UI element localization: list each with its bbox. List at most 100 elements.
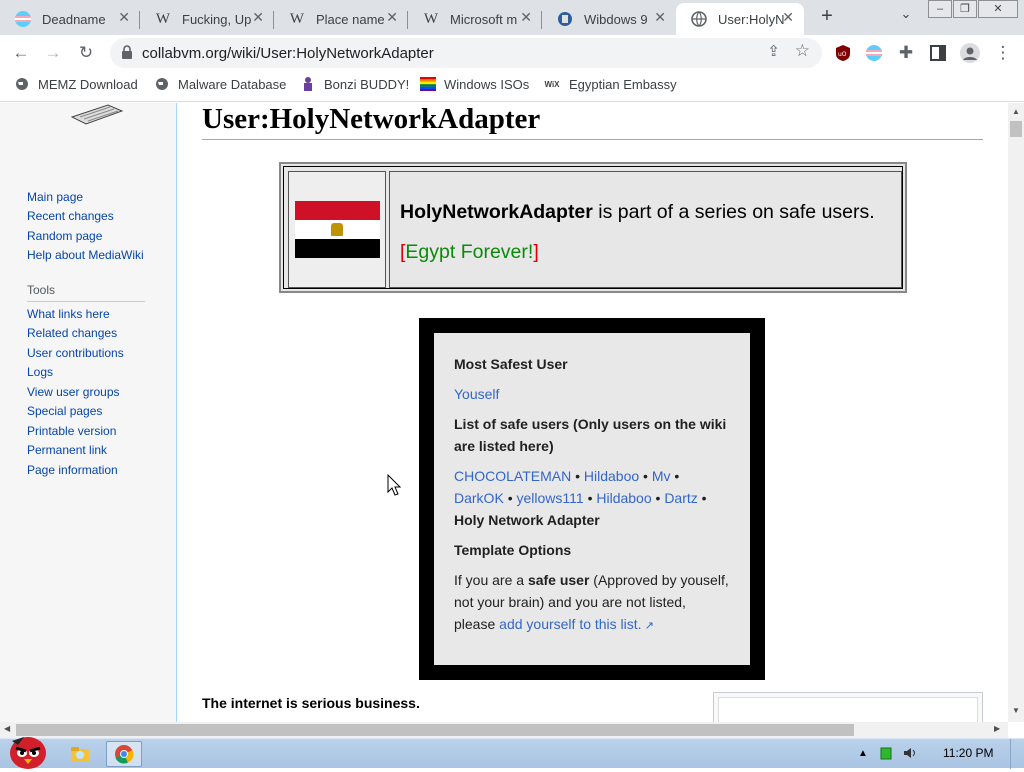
close-icon[interactable]: ✕ — [782, 9, 794, 26]
lock-icon[interactable] — [120, 44, 134, 60]
add-yourself-link[interactable]: add yourself to this list. — [499, 616, 641, 632]
tool-printable-version[interactable]: Printable version — [27, 424, 116, 438]
minimize-button[interactable]: – — [928, 0, 952, 18]
new-tab-button[interactable]: + — [815, 5, 839, 29]
bookmark-windows-isos[interactable]: Windows ISOs — [420, 76, 529, 92]
scroll-down-icon[interactable]: ▼ — [1012, 706, 1020, 715]
bookmark-memz[interactable]: MEMZ Download — [14, 76, 138, 92]
nav-help[interactable]: Help about MediaWiki — [27, 248, 144, 262]
youself-link[interactable]: Youself — [454, 386, 499, 402]
tab-search-chevron-icon[interactable]: ⌄ — [896, 6, 916, 26]
scroll-right-icon[interactable]: ▶ — [994, 724, 1000, 733]
user-link[interactable]: yellows111 — [516, 490, 583, 506]
tool-special-pages[interactable]: Special pages — [27, 404, 102, 418]
bookmark-malware-database[interactable]: Malware Database — [154, 76, 286, 92]
tools-heading: Tools — [27, 283, 145, 302]
tab-user-holyn[interactable]: User:HolyN ✕ — [676, 3, 804, 35]
rainbow-flag-icon — [420, 76, 436, 92]
nav-random-page[interactable]: Random page — [27, 229, 102, 243]
address-bar[interactable]: collabvm.org/wiki/User:HolyNetworkAdapte… — [110, 38, 822, 68]
user-link[interactable]: Mv — [652, 468, 671, 484]
back-arrow-icon[interactable]: ← — [8, 40, 34, 66]
tool-related-changes[interactable]: Related changes — [27, 326, 117, 340]
safe-users-inner: Most Safest User Youself List of safe us… — [434, 333, 750, 665]
safe-users-box: Most Safest User Youself List of safe us… — [419, 318, 765, 680]
close-icon[interactable]: ✕ — [252, 9, 264, 26]
menu-kebab-icon[interactable]: ⋮ — [990, 40, 1016, 66]
bookmark-bonzi-buddy[interactable]: Bonzi BUDDY! — [300, 76, 409, 92]
globe-icon — [690, 10, 708, 28]
browser-window: Deadname ✕ W Fucking, Up ✕ W Place name … — [0, 0, 1024, 769]
tray-expand-icon[interactable]: ▲ — [858, 748, 868, 759]
restore-button[interactable]: ❐ — [953, 0, 977, 18]
bullet: • — [701, 490, 707, 506]
wikipedia-icon: W — [289, 10, 305, 27]
bookmark-label: Malware Database — [178, 76, 287, 92]
tab-fucking-up[interactable]: W Fucking, Up ✕ — [140, 3, 274, 35]
vertical-scroll-thumb[interactable] — [1010, 121, 1022, 137]
share-icon[interactable]: ⇪ — [767, 42, 780, 60]
close-icon[interactable]: ✕ — [386, 9, 398, 26]
reload-icon[interactable]: ↻ — [73, 40, 99, 66]
infobox-panel — [713, 692, 983, 722]
extensions-puzzle-icon[interactable]: ✚ — [893, 40, 919, 66]
forward-arrow-icon[interactable]: → — [40, 40, 66, 66]
side-panel-icon[interactable] — [925, 40, 951, 66]
start-button[interactable] — [4, 731, 50, 769]
close-window-button[interactable]: ✕ — [978, 0, 1018, 18]
taskbar: ▲ 11:20 PM — [0, 737, 1024, 769]
tab-strip: Deadname ✕ W Fucking, Up ✕ W Place name … — [0, 0, 1024, 35]
nav-recent-changes[interactable]: Recent changes — [27, 209, 114, 223]
options-text-pre: If you are a — [454, 572, 528, 588]
bookmark-label: MEMZ Download — [38, 76, 138, 92]
tab-place-name[interactable]: W Place name ✕ — [274, 3, 408, 35]
bullet: • — [507, 490, 513, 506]
globe-icon — [154, 76, 170, 92]
vertical-scrollbar[interactable]: ▲ ▼ — [1008, 103, 1024, 722]
trans-flag-icon — [14, 10, 32, 28]
nav-main-page[interactable]: Main page — [27, 190, 83, 204]
current-user-name: Holy Network Adapter — [454, 512, 600, 528]
svg-text:uO: uO — [838, 51, 847, 58]
url-text[interactable]: collabvm.org/wiki/User:HolyNetworkAdapte… — [142, 45, 434, 62]
profile-avatar-icon[interactable] — [957, 40, 983, 66]
tab-wibdows[interactable]: Wibdows 9 ✕ — [542, 3, 676, 35]
bookmark-star-icon[interactable]: ☆ — [795, 41, 810, 61]
show-desktop-button[interactable] — [1010, 739, 1024, 769]
trans-flag-extension-icon[interactable] — [861, 40, 887, 66]
scroll-up-icon[interactable]: ▲ — [1012, 107, 1020, 116]
tool-view-user-groups[interactable]: View user groups — [27, 385, 120, 399]
tool-logs[interactable]: Logs — [27, 365, 53, 379]
bullet: • — [643, 468, 648, 484]
clock[interactable]: 11:20 PM — [943, 746, 993, 760]
close-icon[interactable]: ✕ — [654, 9, 666, 26]
userbox-statement: HolyNetworkAdapter is part of a series o… — [400, 201, 875, 224]
horizontal-scrollbar[interactable]: ◀ ▶ — [0, 722, 1008, 738]
volume-icon[interactable] — [903, 746, 919, 760]
userbox-series-text: is part of a series on safe users. — [592, 201, 875, 223]
tool-user-contributions[interactable]: User contributions — [27, 346, 124, 360]
chrome-taskbar-icon[interactable] — [106, 741, 142, 767]
tab-microsoft[interactable]: W Microsoft m ✕ — [408, 3, 542, 35]
user-link[interactable]: Hildaboo — [596, 490, 651, 506]
close-icon[interactable]: ✕ — [520, 9, 532, 26]
bullet: • — [674, 468, 680, 484]
bullet: • — [587, 490, 593, 506]
tool-permanent-link[interactable]: Permanent link — [27, 443, 107, 457]
userbox-text-cell: HolyNetworkAdapter is part of a series o… — [389, 171, 902, 288]
tool-what-links-here[interactable]: What links here — [27, 307, 110, 321]
close-icon[interactable]: ✕ — [118, 9, 130, 26]
bookmark-egyptian-embassy[interactable]: WiX Egyptian Embassy — [543, 76, 676, 92]
user-link[interactable]: DarkOK — [454, 490, 504, 506]
user-link[interactable]: CHOCOLATEMAN — [454, 468, 571, 484]
ublock-icon[interactable]: uO — [830, 40, 856, 66]
user-link[interactable]: Hildaboo — [584, 468, 639, 484]
battery-icon[interactable] — [879, 746, 893, 760]
tool-page-information[interactable]: Page information — [27, 463, 118, 477]
wiki-logo-icon[interactable] — [70, 103, 124, 125]
tab-deadname[interactable]: Deadname ✕ — [0, 3, 140, 35]
explorer-taskbar-icon[interactable] — [62, 741, 98, 767]
user-link[interactable]: Dartz — [664, 490, 697, 506]
template-options-heading: Template Options — [454, 542, 572, 558]
horizontal-scroll-thumb[interactable] — [16, 724, 854, 736]
